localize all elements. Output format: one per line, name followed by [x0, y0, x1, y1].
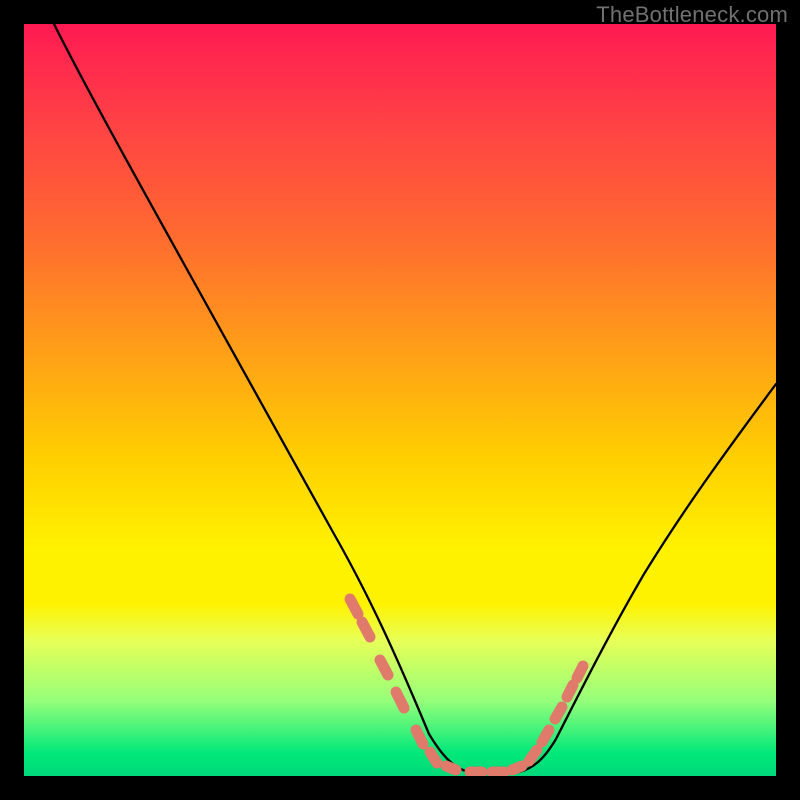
marker-dash [350, 599, 358, 614]
marker-dash [380, 660, 388, 675]
marker-dash [529, 750, 537, 761]
marker-dash [396, 692, 404, 708]
marker-dash [555, 707, 562, 719]
marker-group [350, 599, 583, 772]
marker-dash [446, 766, 456, 770]
marker-dash [577, 666, 583, 678]
marker-dash [430, 752, 437, 763]
marker-dash [512, 766, 522, 770]
marker-dash [416, 730, 423, 744]
plot-area [24, 24, 776, 776]
marker-dash [362, 622, 370, 637]
curve-layer [24, 24, 776, 776]
bottleneck-curve [54, 24, 776, 774]
marker-dash [542, 730, 549, 742]
chart-stage: TheBottleneck.com [0, 0, 800, 800]
marker-dash [567, 685, 573, 697]
watermark-text: TheBottleneck.com [596, 2, 788, 28]
